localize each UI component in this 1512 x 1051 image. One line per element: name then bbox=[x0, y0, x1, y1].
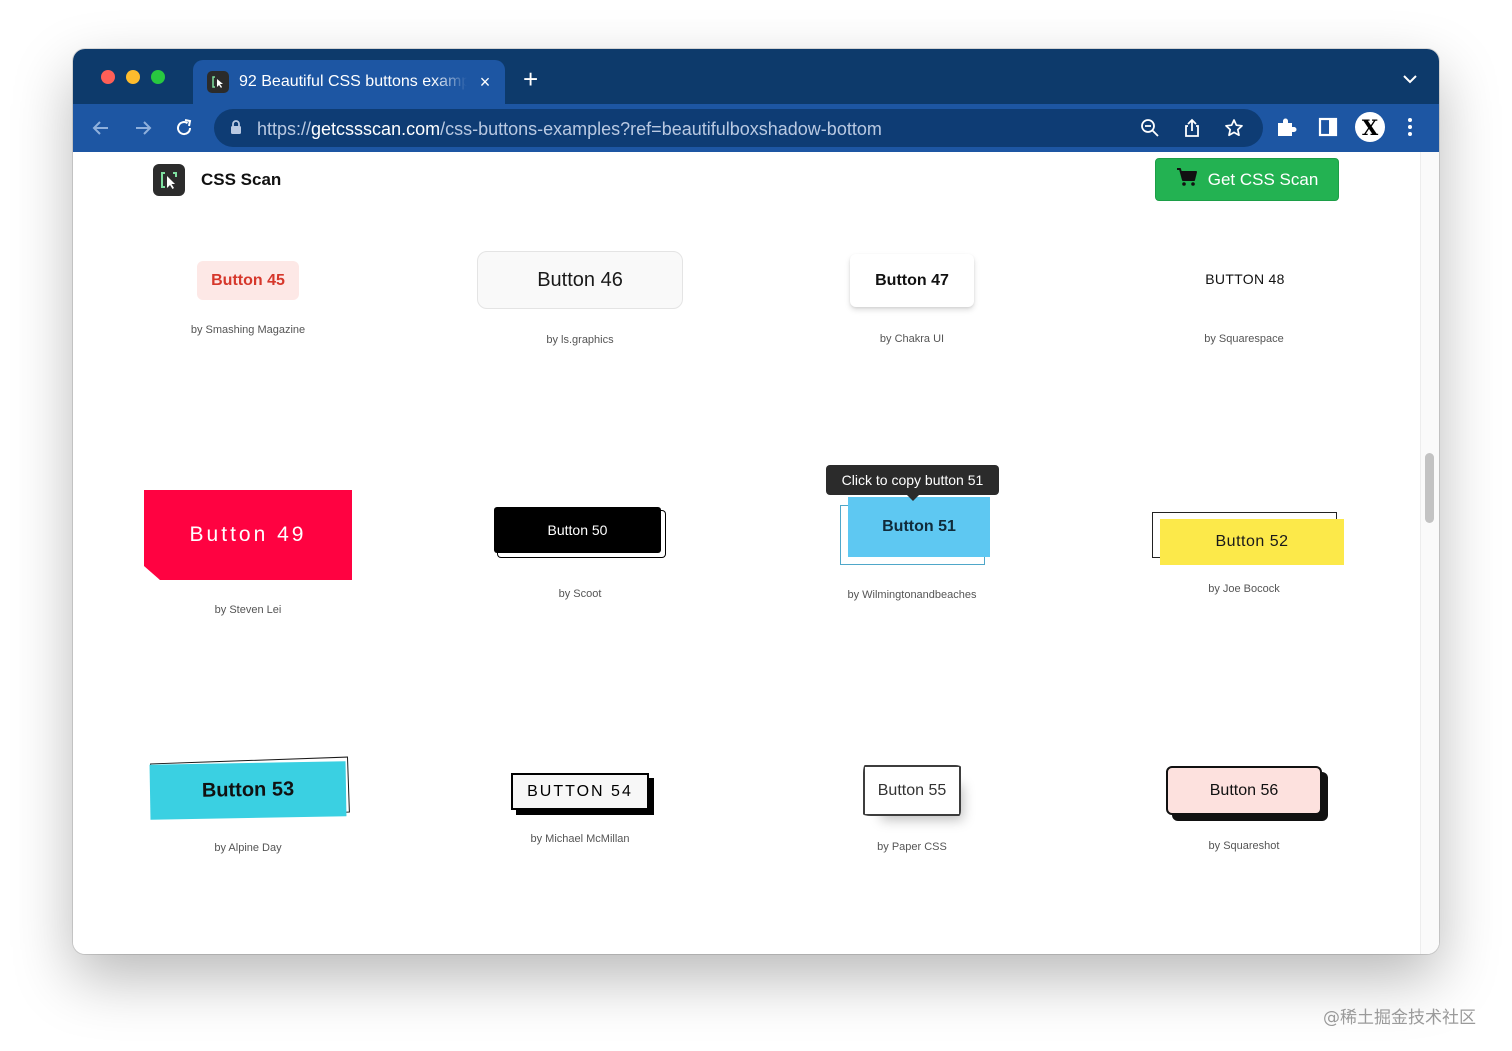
button-45-author: by Smashing Magazine bbox=[190, 324, 306, 336]
tab-title: 92 Beautiful CSS buttons examples bbox=[239, 73, 467, 90]
bookmark-star-icon[interactable] bbox=[1224, 118, 1244, 138]
browser-window: 92 Beautiful CSS buttons examples × + ht… bbox=[73, 49, 1439, 954]
button-47-demo[interactable]: Button 47 bbox=[850, 254, 974, 307]
browser-toolbar: https://getcssscan.com/css-buttons-examp… bbox=[73, 104, 1439, 152]
button-47-author: by Chakra UI bbox=[879, 333, 945, 345]
close-window-button[interactable] bbox=[101, 70, 115, 84]
button-56-author: by Squareshot bbox=[1208, 840, 1280, 852]
page-content: CSS Scan Get CSS Scan Button 45 by Smash… bbox=[73, 152, 1439, 954]
button-55-author: by Paper CSS bbox=[877, 841, 947, 853]
tab-close-icon[interactable]: × bbox=[477, 72, 493, 93]
button-52-author: by Joe Bocock bbox=[1208, 583, 1280, 595]
shopping-cart-icon bbox=[1176, 167, 1198, 192]
css-scan-logo-icon[interactable] bbox=[153, 164, 185, 196]
button-48-author: by Squarespace bbox=[1204, 333, 1284, 345]
scrollbar-track[interactable] bbox=[1420, 152, 1439, 954]
watermark: @稀土掘金技术社区 bbox=[1323, 1008, 1476, 1028]
zoom-window-button[interactable] bbox=[151, 70, 165, 84]
extensions-puzzle-icon[interactable] bbox=[1275, 116, 1299, 140]
button-50-author: by Scoot bbox=[558, 588, 602, 600]
forward-arrow-icon[interactable] bbox=[131, 116, 155, 140]
css-scan-favicon-icon bbox=[207, 71, 229, 93]
button-49-author: by Steven Lei bbox=[214, 604, 282, 616]
button-46-demo[interactable]: Button 46 bbox=[477, 251, 683, 309]
minimize-window-button[interactable] bbox=[126, 70, 140, 84]
kebab-menu-icon[interactable] bbox=[1399, 116, 1423, 140]
profile-avatar[interactable]: X bbox=[1355, 112, 1385, 142]
tooltip-arrow bbox=[907, 495, 919, 501]
address-bar[interactable]: https://getcssscan.com/css-buttons-examp… bbox=[214, 109, 1263, 147]
button-50-demo[interactable]: Button 50 bbox=[494, 507, 661, 553]
button-45-demo[interactable]: Button 45 bbox=[197, 261, 299, 300]
get-css-scan-button[interactable]: Get CSS Scan bbox=[1155, 158, 1339, 201]
button-46-author: by ls.graphics bbox=[546, 334, 614, 346]
button-48-demo[interactable]: BUTTON 48 bbox=[1183, 262, 1307, 296]
button-53-author: by Alpine Day bbox=[214, 842, 282, 854]
zoom-magnifier-icon[interactable] bbox=[1140, 118, 1160, 138]
side-panel-icon[interactable] bbox=[1317, 116, 1341, 140]
get-css-scan-label: Get CSS Scan bbox=[1207, 169, 1319, 189]
brand-name[interactable]: CSS Scan bbox=[201, 170, 281, 190]
share-icon[interactable] bbox=[1182, 118, 1202, 138]
lock-icon bbox=[230, 120, 242, 140]
new-tab-button[interactable]: + bbox=[523, 66, 538, 92]
button-54-author: by Michael McMillan bbox=[530, 833, 630, 845]
button-52-demo[interactable]: Button 52 bbox=[1160, 519, 1344, 565]
button-51-author: by Wilmingtonandbeaches bbox=[847, 589, 977, 601]
scrollbar-thumb[interactable] bbox=[1425, 453, 1434, 523]
url-text: https://getcssscan.com/css-buttons-examp… bbox=[257, 119, 882, 139]
button-51-demo[interactable]: Button 51 bbox=[848, 497, 990, 557]
tab-strip: 92 Beautiful CSS buttons examples × + bbox=[73, 49, 1439, 104]
reload-icon[interactable] bbox=[172, 116, 196, 140]
active-tab[interactable]: 92 Beautiful CSS buttons examples × bbox=[193, 60, 505, 104]
button-56-demo[interactable]: Button 56 bbox=[1166, 766, 1322, 815]
button-55-demo[interactable]: Button 55 bbox=[863, 765, 961, 816]
copy-tooltip: Click to copy button 51 bbox=[826, 465, 999, 495]
back-arrow-icon[interactable] bbox=[89, 116, 113, 140]
tab-search-chevron-icon[interactable] bbox=[1403, 71, 1417, 89]
button-53-demo[interactable]: Button 53 bbox=[149, 761, 347, 820]
button-54-demo[interactable]: BUTTON 54 bbox=[511, 773, 649, 810]
button-49-demo[interactable]: Button 49 bbox=[144, 490, 352, 580]
